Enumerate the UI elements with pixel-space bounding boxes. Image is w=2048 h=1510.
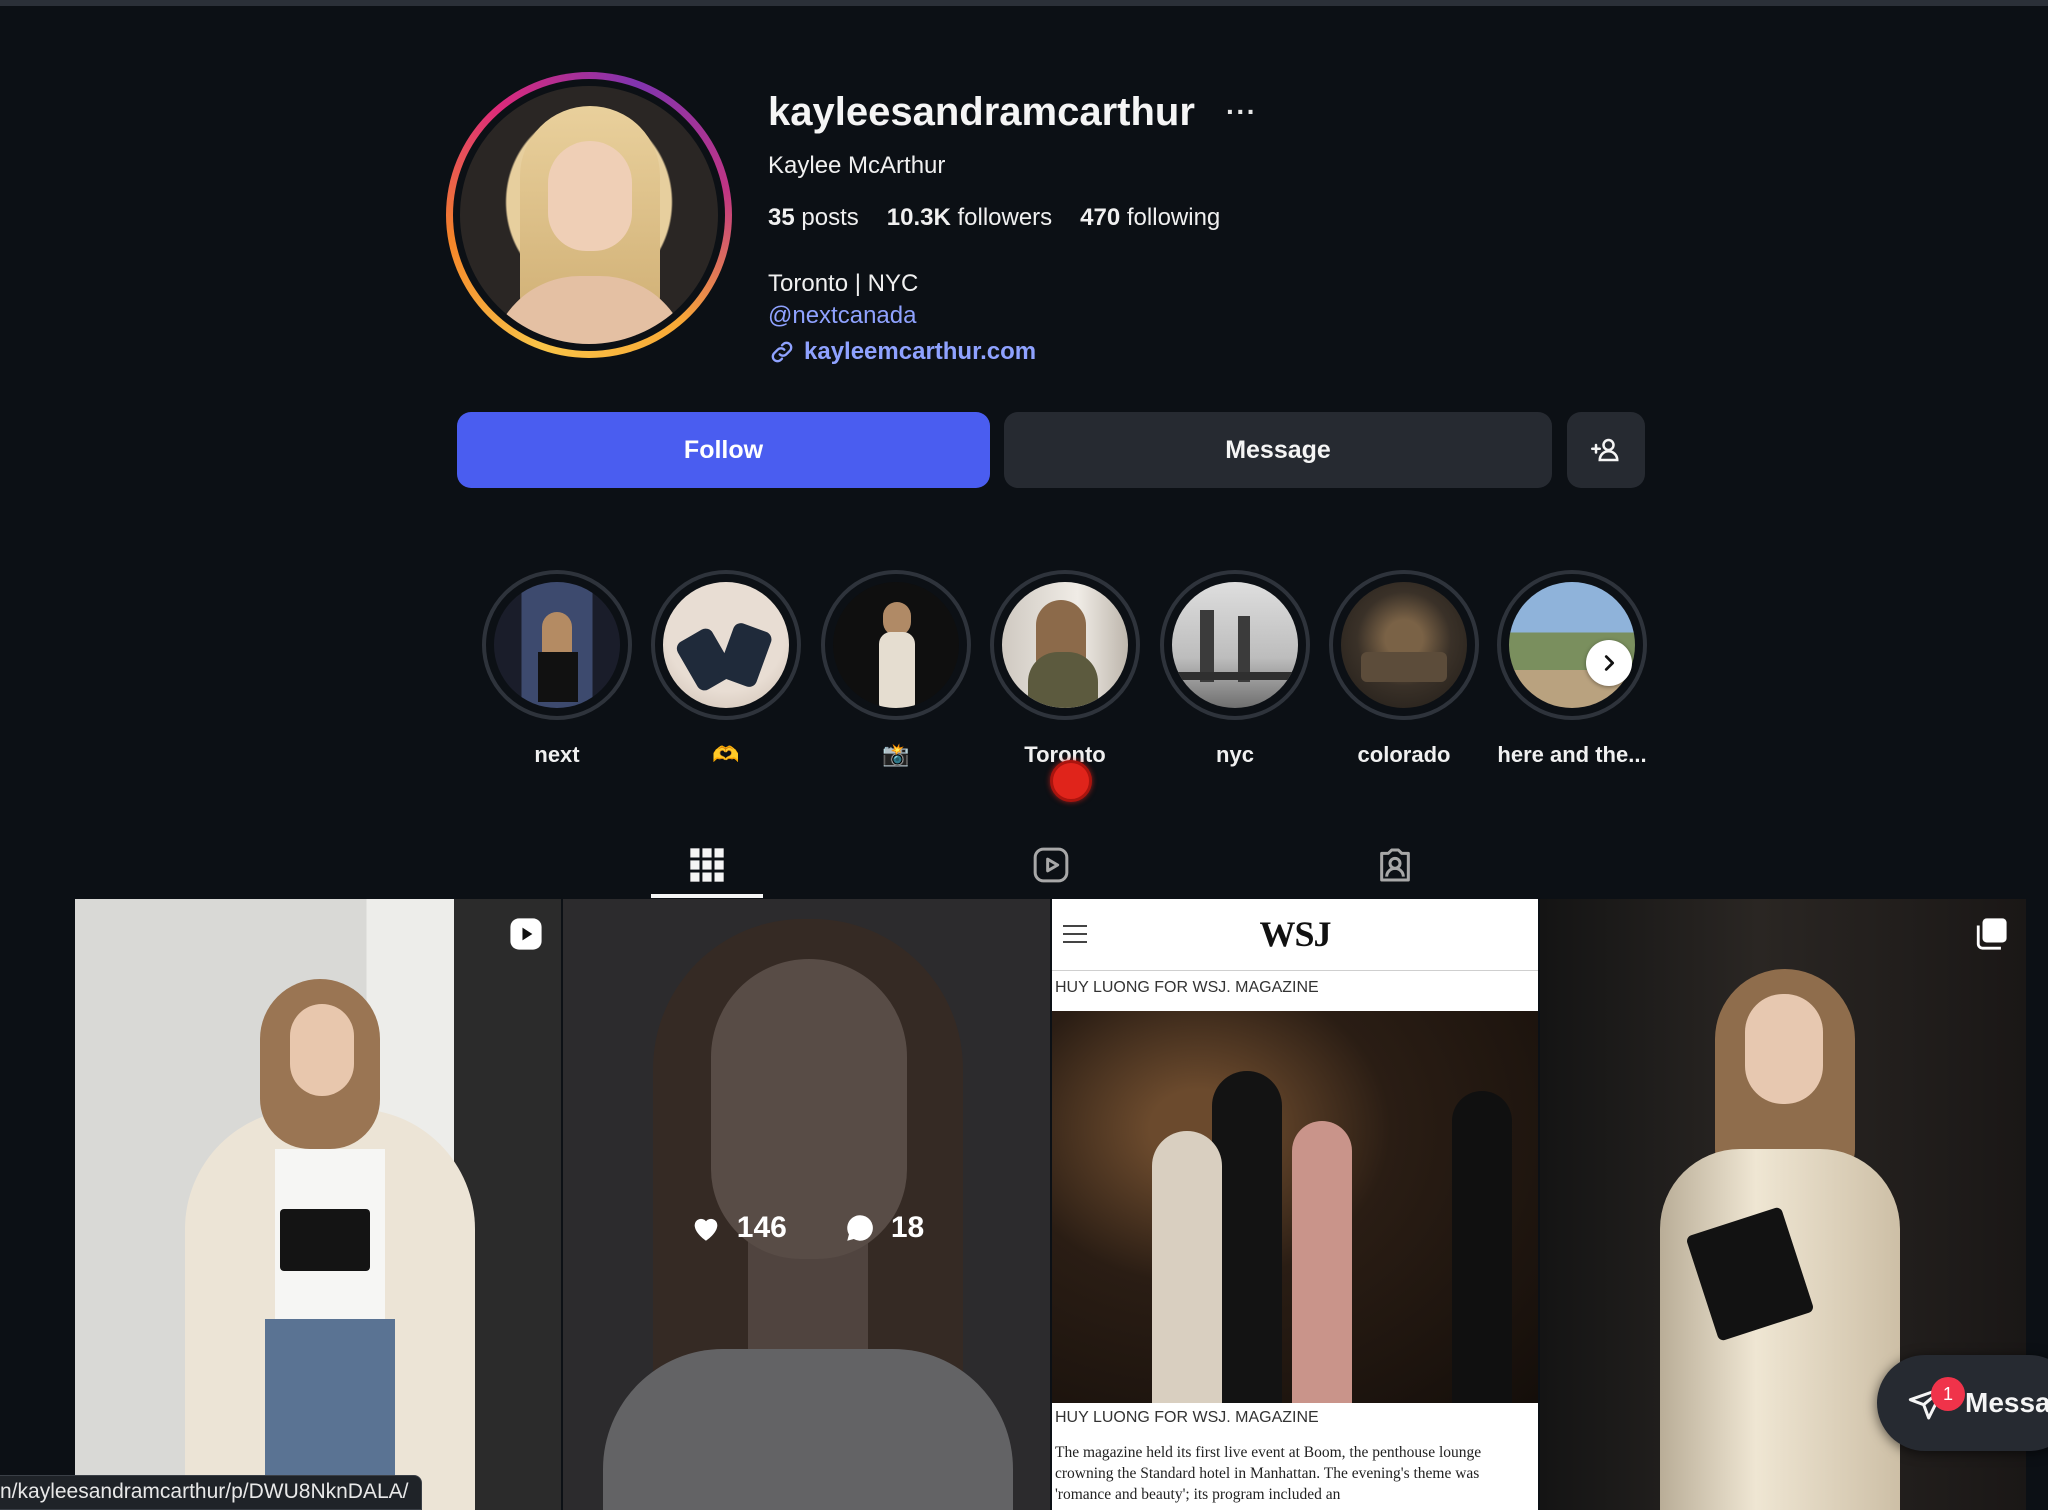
active-tab-indicator (651, 894, 763, 898)
photo-credit-bottom: HUY LUONG FOR WSJ. MAGAZINE (1055, 1409, 1319, 1426)
avatar (460, 86, 718, 344)
avatar-face (548, 141, 632, 251)
highlight-nyc[interactable]: nyc (1160, 570, 1310, 768)
photo-figure (1152, 1131, 1222, 1403)
posts-count: 35 (768, 204, 795, 231)
highlight-label: 📸 (882, 742, 910, 767)
post-hover-stats: 146 18 (563, 1211, 1050, 1245)
message-button[interactable]: Message (1004, 412, 1552, 488)
profile-website-link[interactable]: kayleemcarthur.com (768, 338, 1036, 366)
following-stat[interactable]: 470 following (1080, 204, 1220, 232)
highlight-label: 🫶 (712, 742, 740, 767)
likes-stat: 146 (689, 1211, 787, 1245)
photo-credit-top: HUY LUONG FOR WSJ. MAGAZINE (1055, 979, 1319, 996)
followers-stat[interactable]: 10.3K followers (887, 204, 1052, 232)
highlight-colorado[interactable]: colorado (1329, 570, 1479, 768)
photo-figure (1452, 1091, 1512, 1403)
highlight-label: next (534, 742, 580, 767)
post-image-face (1745, 994, 1823, 1104)
highlight-heart-hands[interactable]: 🫶 (651, 570, 801, 768)
highlight-ring (1329, 570, 1479, 720)
more-options-icon[interactable]: ··· (1226, 96, 1257, 128)
profile-stats: 35 posts 10.3K followers 470 following (768, 204, 1220, 232)
reels-icon (1033, 847, 1069, 883)
comments-stat: 18 (843, 1211, 924, 1245)
highlight-cover (1341, 582, 1467, 708)
comments-count: 18 (890, 1211, 925, 1244)
highlight-ring (990, 570, 1140, 720)
highlights-next-button[interactable] (1586, 640, 1632, 686)
follow-button[interactable]: Follow (457, 412, 990, 488)
highlight-ring (1497, 570, 1647, 720)
heart-icon (694, 1218, 718, 1241)
highlight-cover (833, 582, 959, 708)
tab-posts[interactable] (651, 830, 763, 900)
tab-tagged[interactable] (1339, 830, 1451, 900)
messages-notification-badge: 1 (1931, 1377, 1965, 1411)
tab-reels[interactable] (995, 830, 1107, 900)
profile-bio: Toronto | NYC (768, 270, 919, 297)
followers-label: followers (957, 204, 1053, 231)
grid-icon (690, 848, 724, 882)
followers-count: 10.3K (886, 204, 951, 231)
profile-full-name: Kaylee McArthur (768, 152, 946, 179)
photo-figure (1292, 1121, 1352, 1403)
post-tile-3[interactable]: WSJ HUY LUONG FOR WSJ. MAGAZINE HUY LUON… (1052, 899, 1538, 1510)
bio-mention-link[interactable]: @nextcanada (768, 302, 916, 330)
hover-overlay (563, 899, 1050, 1510)
article-photo (1052, 1011, 1538, 1403)
chevron-right-icon (1604, 655, 1615, 671)
highlight-toronto[interactable]: Toronto (990, 570, 1140, 768)
highlight-cover (1002, 582, 1128, 708)
profile-username: kayleesandramcarthur (768, 90, 1195, 134)
highlight-next[interactable]: next (482, 570, 632, 768)
browser-top-border (0, 0, 2048, 6)
highlight-label: colorado (1357, 742, 1451, 767)
tagged-icon (1380, 848, 1410, 882)
highlight-camera[interactable]: 📸 (821, 570, 971, 768)
browser-status-url: n/kayleesandramcarthur/p/DWU8NknDALA/ (0, 1475, 422, 1510)
reel-badge-icon (510, 918, 542, 950)
wsj-logo: WSJ (1259, 914, 1331, 954)
suggested-users-button[interactable] (1567, 412, 1645, 488)
highlight-cover (663, 582, 789, 708)
highlight-cover (1172, 582, 1298, 708)
click-indicator-dot (1050, 760, 1092, 802)
likes-count: 146 (736, 1211, 787, 1244)
avatar-gap (453, 79, 725, 351)
website-text: kayleemcarthur.com (804, 338, 1037, 365)
post-tile-1[interactable] (75, 899, 561, 1510)
highlight-ring (651, 570, 801, 720)
photo-figure (1212, 1071, 1282, 1403)
post-image-bag (280, 1209, 370, 1271)
article-body-text: The magazine held its first live event a… (1055, 1444, 1482, 1503)
posts-count-stat: 35 posts (768, 204, 859, 232)
highlight-cover (494, 582, 620, 708)
highlight-label: here and the... (1497, 742, 1647, 767)
post-tile-2[interactable]: 146 18 (563, 899, 1050, 1510)
comment-icon (847, 1215, 873, 1241)
article-header: WSJ (1052, 899, 1538, 971)
following-count: 470 (1080, 204, 1121, 231)
messages-float-button[interactable]: Messa 1 (1877, 1355, 2048, 1451)
posts-label: posts (801, 204, 859, 231)
highlight-ring (482, 570, 632, 720)
link-icon (771, 341, 793, 363)
instagram-profile-page: kayleesandramcarthur ··· Kaylee McArthur… (0, 0, 2048, 1510)
highlight-ring (821, 570, 971, 720)
messages-label: Messa (1965, 1387, 2048, 1418)
highlight-ring (1160, 570, 1310, 720)
add-user-icon (1591, 438, 1619, 462)
post-image-dress (1660, 1149, 1900, 1510)
post-image-face (290, 1004, 354, 1096)
highlight-label: nyc (1216, 742, 1254, 767)
profile-avatar-story-ring[interactable] (446, 72, 732, 358)
carousel-badge-icon (1976, 918, 2007, 950)
following-label: following (1126, 204, 1221, 231)
